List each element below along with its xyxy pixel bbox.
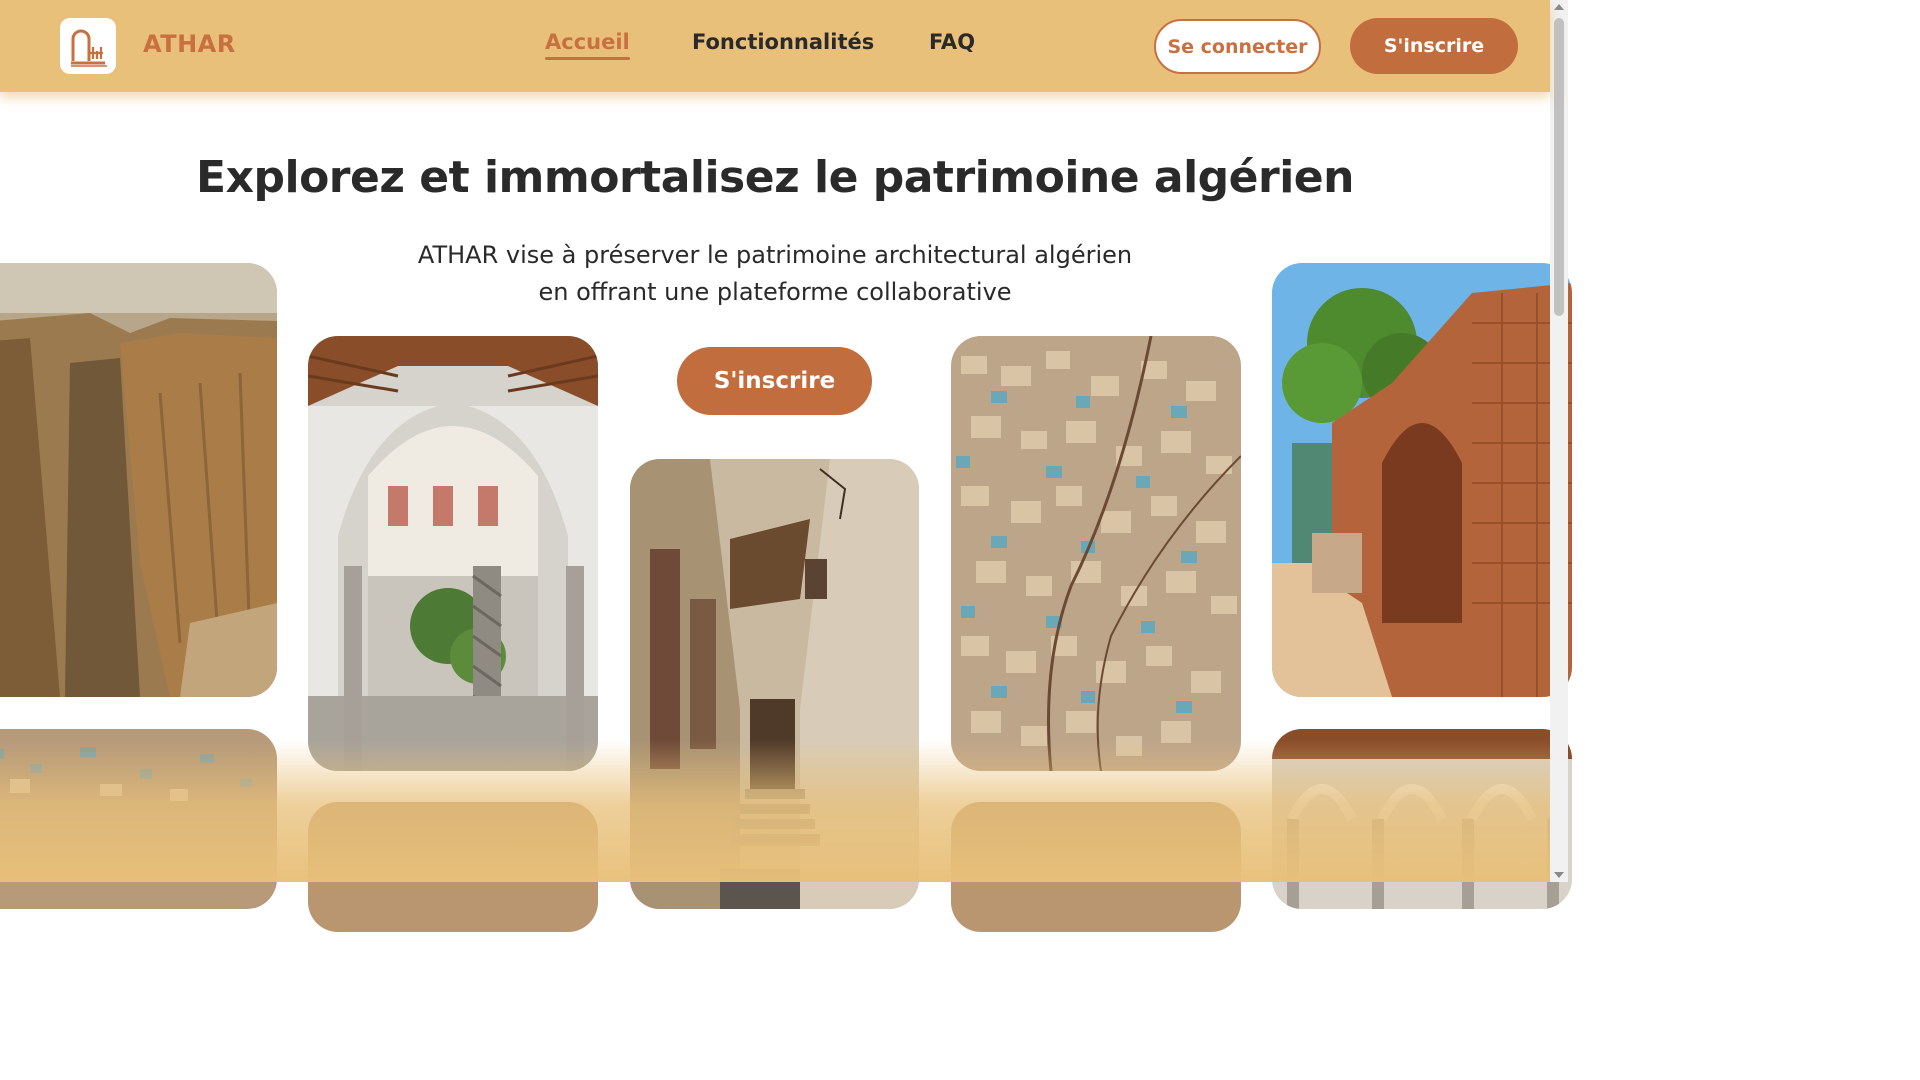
- page-scrollbar[interactable]: [1550, 0, 1568, 882]
- nav-accueil[interactable]: Accueil: [545, 30, 630, 60]
- brand-name[interactable]: ATHAR: [143, 30, 236, 58]
- mzab-city-aerial-photo: [951, 336, 1241, 771]
- mzab-city-small-photo: [0, 729, 277, 909]
- signup-button[interactable]: S'inscrire: [1350, 18, 1518, 74]
- nav-fonctionnalites[interactable]: Fonctionnalités: [692, 30, 874, 54]
- login-button[interactable]: Se connecter: [1154, 19, 1321, 74]
- hero-signup-button[interactable]: S'inscrire: [677, 347, 872, 415]
- mzab-city-small-photo-2: [951, 802, 1241, 932]
- nav-faq[interactable]: FAQ: [929, 30, 975, 54]
- scroll-down-icon[interactable]: [1554, 872, 1564, 878]
- scroll-up-icon[interactable]: [1554, 4, 1564, 10]
- arched-courtyard-photo: [308, 336, 598, 771]
- arched-courtyard-small-photo: [1272, 729, 1572, 909]
- roman-ruins-photo: [1272, 263, 1572, 697]
- casbah-alley-photo: [630, 459, 919, 909]
- canyon-photo: [0, 263, 277, 697]
- top-navbar: ATHAR Accueil Fonctionnalités FAQ Se con…: [0, 0, 1550, 92]
- scroll-thumb[interactable]: [1554, 18, 1564, 316]
- courtyard-small-photo: [308, 802, 598, 932]
- hero-title: Explorez et immortalisez le patrimoine a…: [196, 152, 1354, 203]
- athar-logo-icon[interactable]: [60, 18, 116, 74]
